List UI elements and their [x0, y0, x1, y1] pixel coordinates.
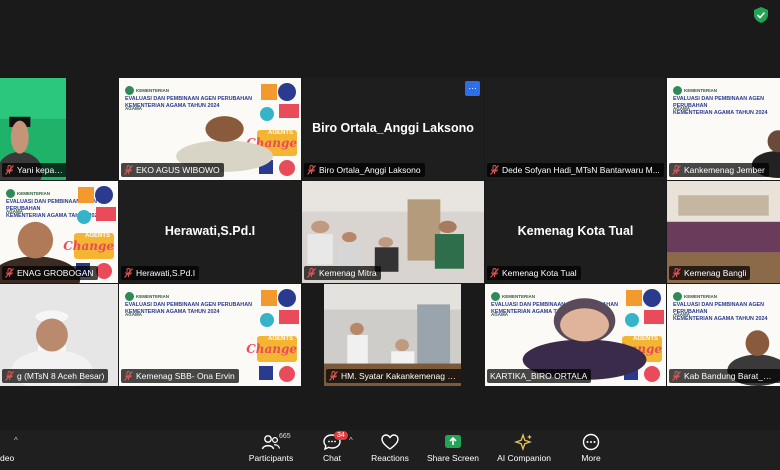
- mic-muted-icon: [490, 268, 499, 278]
- video-button[interactable]: deo: [0, 430, 24, 470]
- participant-tile[interactable]: KEMENTERIAN AGAMA EVALUASI DAN PEMBINAAN …: [485, 284, 666, 386]
- mic-muted-icon: [307, 165, 316, 175]
- tile-options-button[interactable]: …: [465, 81, 480, 96]
- ministry-logo-row: KEMENTERIAN AGAMA: [125, 288, 185, 317]
- participant-name: Yani kepala min 4 Sarolan...: [17, 165, 63, 175]
- participant-tile[interactable]: Herawati,S.Pd.I Herawati,S.Pd.I: [119, 181, 301, 283]
- participant-tile[interactable]: HM. Syatar Kakankemenag Sarolangun ...: [324, 284, 461, 386]
- participant-tile[interactable]: Dede Sofyan Hadi_MTsN Bantarwaru M...: [485, 78, 666, 180]
- participant-name: Kab Bandung Barat_Enjal: [684, 371, 777, 381]
- participant-tile[interactable]: Biro Ortala_Anggi Laksono … Biro Ortala_An…: [302, 78, 484, 180]
- participant-nameplate: ENAG GROBOGAN: [2, 266, 98, 280]
- participant-display-name: Biro Ortala_Anggi Laksono: [312, 120, 474, 135]
- top-bar: [0, 0, 780, 30]
- participant-nameplate: Herawati,S.Pd.I: [121, 266, 200, 280]
- participants-icon: [261, 435, 281, 450]
- share-screen-button[interactable]: Share Screen: [424, 430, 482, 470]
- chat-options-caret-icon[interactable]: ^: [349, 436, 353, 445]
- mic-muted-icon: [124, 268, 133, 278]
- participant-tile[interactable]: KEMENTERIAN AGAMA EVALUASI DAN PEMBINAAN …: [0, 181, 118, 283]
- participant-name: Herawati,S.Pd.I: [136, 268, 196, 278]
- participant-name: EKO AGUS WIBOWO: [136, 165, 220, 175]
- participant-name: Kemenag SBB- Ona Ervin: [136, 371, 235, 381]
- participant-display-name: Kemenag Kota Tual: [517, 223, 634, 238]
- participant-tile[interactable]: KEMENTERIAN AGAMA EVALUASI DAN PEMBINAAN …: [119, 78, 301, 180]
- banner-decoration: [257, 289, 299, 382]
- mic-muted-icon: [124, 371, 133, 381]
- more-button[interactable]: More: [574, 430, 608, 470]
- mic-muted-icon: [672, 268, 681, 278]
- participant-nameplate: Kemenag Mitra: [304, 266, 381, 280]
- shield-check-icon: [754, 7, 768, 23]
- participant-nameplate: EKO AGUS WIBOWO: [121, 163, 224, 177]
- participant-nameplate: g (MTsN 8 Aceh Besar): [2, 369, 109, 383]
- mic-muted-icon: [5, 165, 14, 175]
- mic-muted-icon: [329, 371, 338, 381]
- chat-button[interactable]: 34 Chat: [316, 430, 348, 470]
- mic-muted-icon: [5, 371, 14, 381]
- participant-tile[interactable]: Kemenag Bangli: [667, 181, 780, 283]
- share-screen-icon: [445, 435, 461, 448]
- participant-nameplate: KARTIKA_BIRO ORTALA: [487, 369, 592, 383]
- mic-muted-icon: [124, 165, 133, 175]
- participant-name: HM. Syatar Kakankemenag Sarolangun ...: [341, 371, 458, 381]
- participants-button[interactable]: 665 Participants: [246, 430, 296, 470]
- participant-tile[interactable]: Yani kepala min 4 Sarolan...: [0, 78, 66, 180]
- participant-name: Kankemenag Jember: [684, 165, 765, 175]
- reactions-button[interactable]: Reactions: [366, 430, 414, 470]
- participant-nameplate: Kemenag Bangli: [669, 266, 751, 280]
- more-dots-icon: [582, 433, 600, 451]
- participant-nameplate: Kemenag Kota Tual: [487, 266, 581, 280]
- mic-muted-icon: [307, 268, 316, 278]
- change-text: Change: [246, 342, 297, 356]
- participant-name: KARTIKA_BIRO ORTALA: [490, 371, 588, 381]
- participant-name: Kemenag Mitra: [319, 268, 377, 278]
- participant-name: Kemenag Kota Tual: [502, 268, 577, 278]
- ministry-logo-icon: [125, 292, 134, 302]
- participant-name: Dede Sofyan Hadi_MTsN Bantarwaru M...: [502, 165, 660, 175]
- participant-nameplate: Kemenag SBB- Ona Ervin: [121, 369, 239, 383]
- banner-title-line2: KEMENTERIAN AGAMA TAHUN 2024: [125, 309, 220, 315]
- participant-nameplate: Kankemenag Jember: [669, 163, 769, 177]
- participant-tile[interactable]: KEMENTERIAN AGAMA EVALUASI DAN PEMBINAAN …: [667, 284, 780, 386]
- participant-tile[interactable]: Kemenag Kota Tual Kemenag Kota Tual: [485, 181, 666, 283]
- meeting-toolbar: ^ deo 665 Participants 34 Chat ^ Reactio…: [0, 430, 780, 470]
- ai-companion-button[interactable]: AI Companion: [492, 430, 556, 470]
- participant-nameplate: Yani kepala min 4 Sarolan...: [2, 163, 66, 177]
- participant-tile[interactable]: KEMENTERIAN AGAMA EVALUASI DAN PEMBINAAN …: [119, 284, 301, 386]
- participant-nameplate: Dede Sofyan Hadi_MTsN Bantarwaru M...: [487, 163, 664, 177]
- participants-count: 665: [279, 433, 291, 440]
- sparkle-icon: [514, 433, 532, 451]
- mic-muted-icon: [672, 165, 681, 175]
- participant-tile[interactable]: Kemenag Mitra: [302, 181, 484, 283]
- participant-nameplate: Kab Bandung Barat_Enjal: [669, 369, 780, 383]
- heart-icon: [381, 434, 399, 450]
- mic-muted-icon: [5, 268, 14, 278]
- participant-display-name: Herawati,S.Pd.I: [164, 223, 256, 238]
- participant-nameplate: HM. Syatar Kakankemenag Sarolangun ...: [326, 369, 461, 383]
- video-grid: Yani kepala min 4 Sarolan... KEMENTERIAN …: [0, 78, 780, 388]
- participant-name: g (MTsN 8 Aceh Besar): [17, 371, 105, 381]
- mic-muted-icon: [490, 165, 499, 175]
- participant-name: Kemenag Bangli: [684, 268, 747, 278]
- mic-muted-icon: [672, 371, 681, 381]
- participant-name: ENAG GROBOGAN: [17, 268, 94, 278]
- participant-tile[interactable]: KEMENTERIAN AGAMA EVALUASI DAN PEMBINAAN …: [667, 78, 780, 180]
- participant-tile[interactable]: g (MTsN 8 Aceh Besar): [0, 284, 118, 386]
- participant-nameplate: Biro Ortala_Anggi Laksono: [304, 163, 425, 177]
- banner-title-line1: EVALUASI DAN PEMBINAAN AGEN PERUBAHAN: [125, 302, 252, 308]
- banner-title: EVALUASI DAN PEMBINAAN AGEN PERUBAHAN KEM…: [125, 302, 252, 316]
- participant-name: Biro Ortala_Anggi Laksono: [319, 165, 421, 175]
- chat-unread-badge: 34: [334, 431, 348, 440]
